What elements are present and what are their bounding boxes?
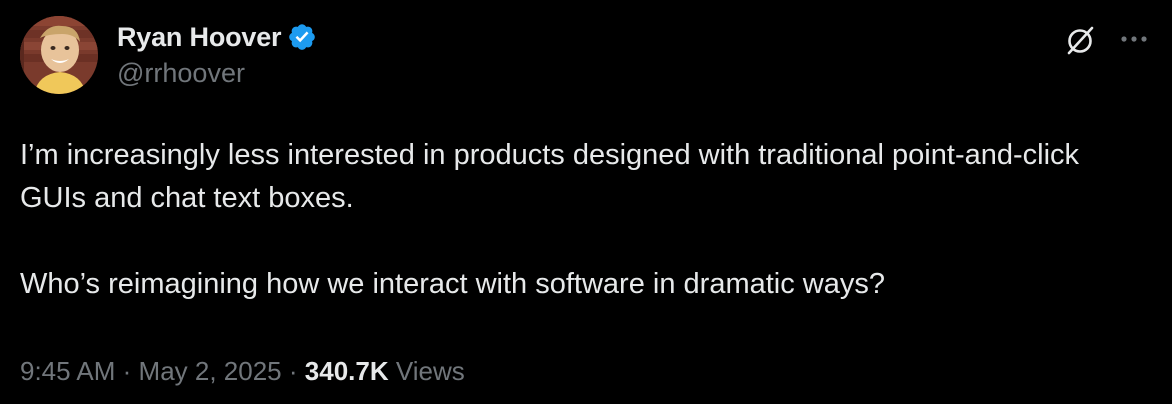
grok-icon[interactable] xyxy=(1062,22,1098,58)
more-dots-icon[interactable] xyxy=(1116,24,1152,54)
tweet-meta: 9:45 AM · May 2, 2025 · 340.7K Views xyxy=(20,356,465,387)
tweet: Ryan Hoover @rrhoover I’m increasingly l… xyxy=(0,0,1172,404)
verified-badge-icon[interactable] xyxy=(287,22,317,52)
tweet-date[interactable]: May 2, 2025 xyxy=(139,356,282,386)
tweet-paragraph: I’m increasingly less interested in prod… xyxy=(20,139,1080,214)
author-block: Ryan Hoover @rrhoover xyxy=(117,20,317,89)
handle[interactable]: @rrhoover xyxy=(117,58,317,89)
tweet-paragraph: Who’s reimagining how we interact with s… xyxy=(20,268,885,300)
display-name[interactable]: Ryan Hoover xyxy=(117,22,282,53)
tweet-time[interactable]: 9:45 AM xyxy=(20,356,115,386)
views-label: Views xyxy=(395,356,465,386)
tweet-text: I’m increasingly less interested in prod… xyxy=(20,134,1150,306)
meta-separator: · xyxy=(122,356,132,386)
name-row: Ryan Hoover xyxy=(117,20,317,54)
avatar[interactable] xyxy=(20,16,98,94)
avatar-image xyxy=(20,16,98,94)
meta-separator: · xyxy=(288,356,298,386)
views-count[interactable]: 340.7K xyxy=(305,356,389,386)
